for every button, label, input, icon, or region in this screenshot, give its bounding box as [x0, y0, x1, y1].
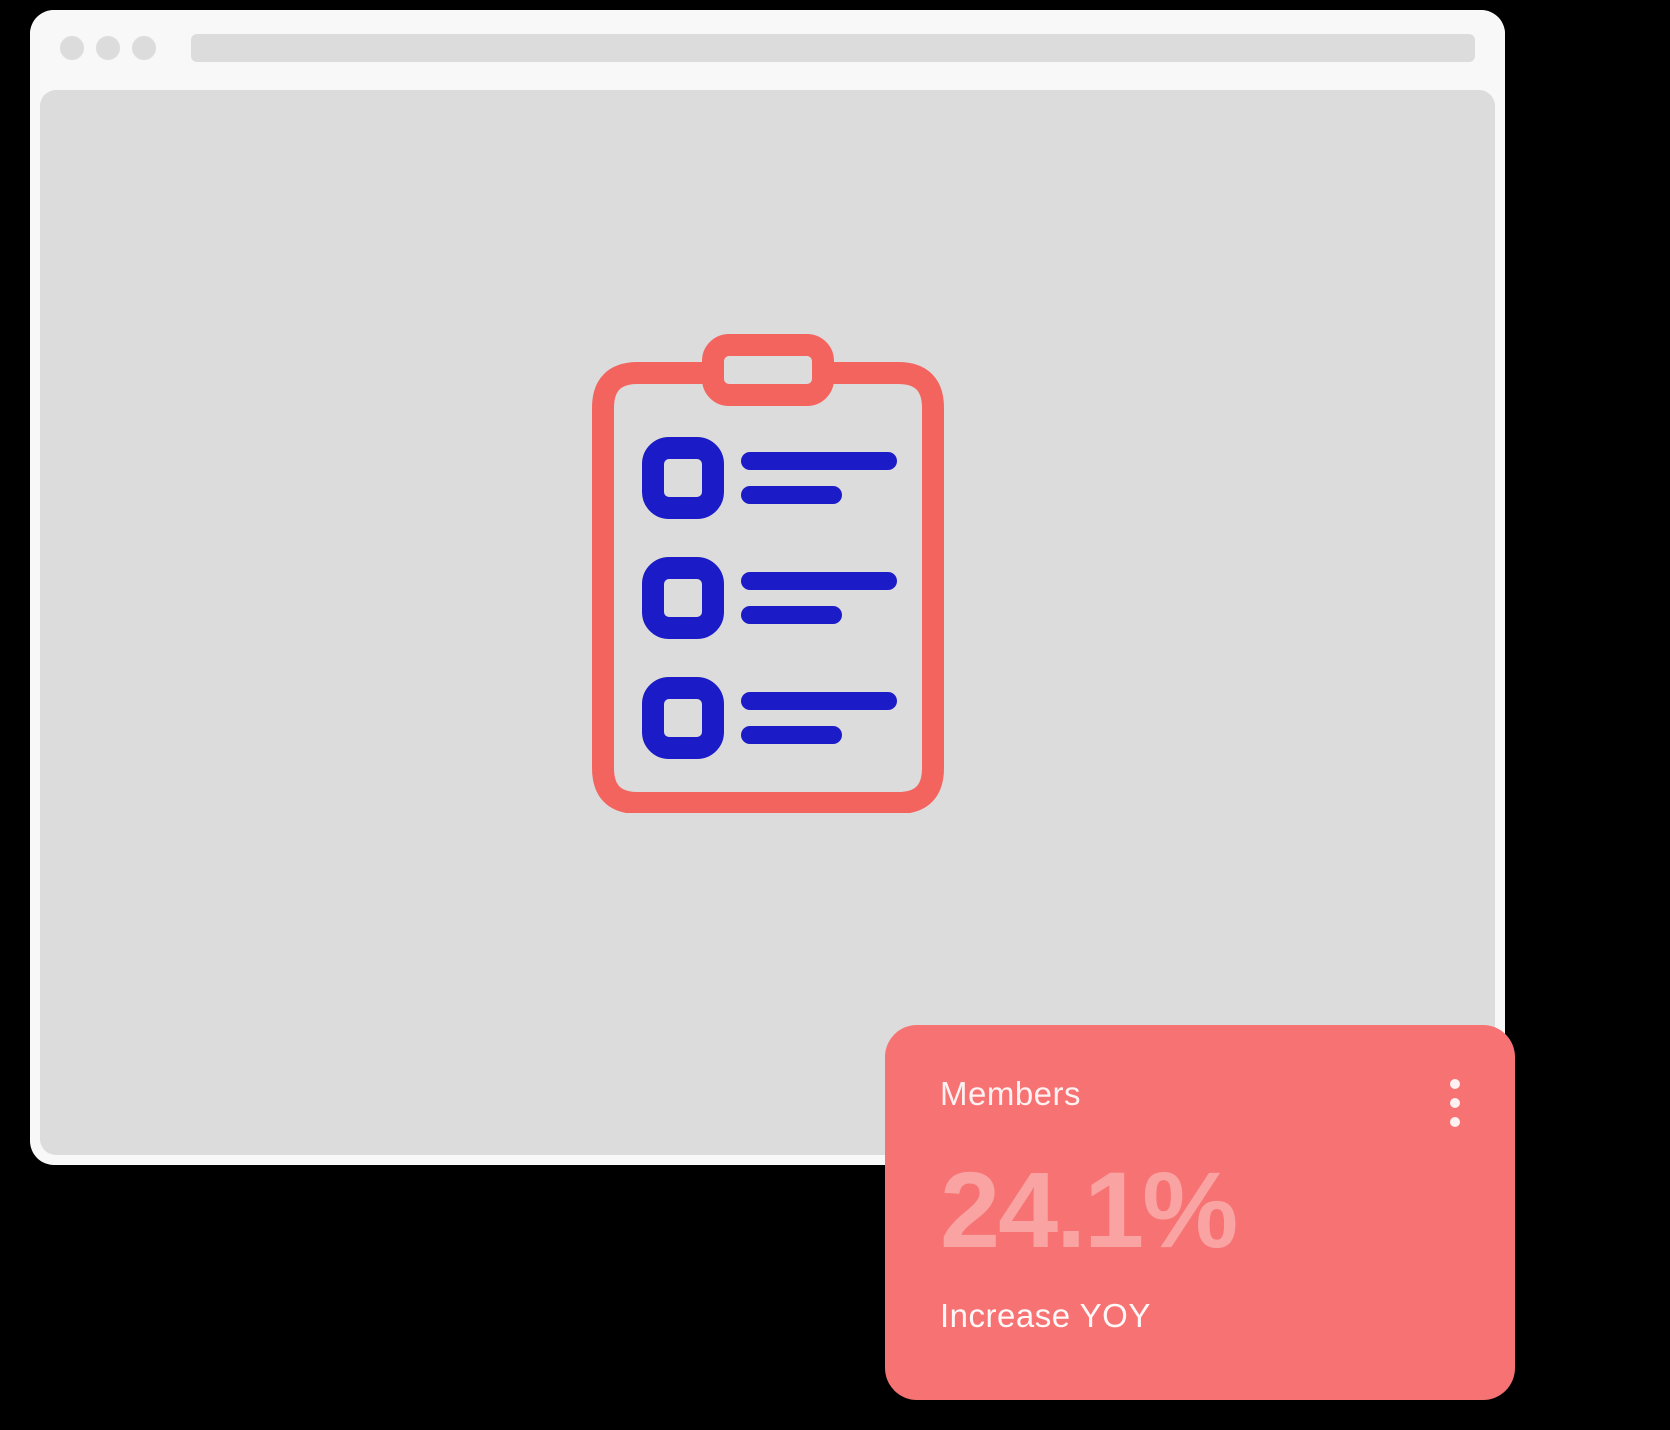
window-close-button[interactable] [60, 36, 84, 60]
window-controls [60, 36, 156, 60]
card-value: 24.1% [940, 1147, 1460, 1272]
vertical-dots-icon [1450, 1117, 1460, 1127]
card-menu-button[interactable] [1450, 1075, 1460, 1127]
window-maximize-button[interactable] [132, 36, 156, 60]
card-header: Members [940, 1075, 1460, 1127]
address-bar[interactable] [191, 34, 1475, 62]
clipboard-checklist-icon [578, 333, 958, 813]
card-title: Members [940, 1075, 1081, 1113]
vertical-dots-icon [1450, 1079, 1460, 1089]
members-metric-card: Members 24.1% Increase YOY [885, 1025, 1515, 1400]
content-area [40, 90, 1495, 1155]
window-minimize-button[interactable] [96, 36, 120, 60]
browser-titlebar [30, 10, 1505, 85]
card-subtitle: Increase YOY [940, 1297, 1460, 1335]
vertical-dots-icon [1450, 1098, 1460, 1108]
browser-window [30, 10, 1505, 1165]
